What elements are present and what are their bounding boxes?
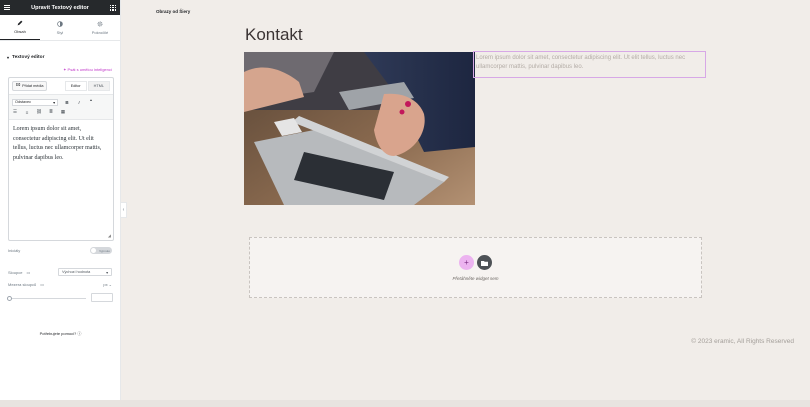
format-select[interactable]: Odstavec ▾ [12,98,58,106]
slider-handle[interactable] [7,296,12,301]
dropcap-label: Iniciály [8,248,21,253]
format-select-value: Odstavec [15,100,32,104]
text-editor-widget[interactable]: Lorem ipsum dolor sit amet, consectetur … [473,51,706,78]
editor-content[interactable]: Lorem ipsum dolor sit amet, consectetur … [9,120,113,168]
blockquote-icon[interactable]: ❝ [88,99,94,105]
pencil-icon [17,20,23,26]
link-icon[interactable]: ⛓ [36,109,42,115]
panel-title: Upravit Textový editor [31,4,89,11]
desktop-icon[interactable]: ▭ [26,270,30,275]
chevron-left-icon: ‹ [122,207,125,213]
ai-write-link[interactable]: ✦ Psát s umělou inteligencí [0,60,120,72]
chevron-down-icon: ▾ [106,270,108,275]
add-media-button[interactable]: 🖾 Přidat média [12,81,48,91]
text-editor: 🖾 Přidat média Editor HTML Odstavec ▾ B … [8,77,114,241]
tab-style[interactable]: Styl [40,15,80,40]
tab-advanced[interactable]: Pokročilé [80,15,120,40]
columns-select-value: Výchozí hodnota [62,270,91,274]
desktop-icon[interactable]: ▭ [40,282,44,287]
media-icon: 🖾 [16,83,21,87]
editor-html-tab[interactable]: HTML [87,81,110,91]
template-library-button[interactable] [477,255,492,270]
editor-toolbar: Odstavec ▾ B I ❝ ☰ ≡ ⛓ ≣ ▦ [9,94,113,120]
unit-label: px [103,282,108,287]
folder-icon [481,260,488,266]
columns-control: Sloupce ▭ Výchozí hodnota ▾ [8,268,112,276]
align-icon[interactable]: ≣ [48,109,54,115]
widgets-grid-icon[interactable] [109,4,116,11]
section-title: Textový editor [12,55,45,60]
dropcap-toggle-label: Vypnuto [99,248,110,253]
page-heading[interactable]: Kontakt [245,25,303,45]
tab-content[interactable]: Obsah [0,15,40,40]
question-circle-icon: ⓘ [77,331,82,336]
plus-icon: + [464,258,469,267]
italic-icon[interactable]: I [76,100,82,105]
chevron-down-icon: ⌄ [108,282,112,287]
gear-icon [97,21,103,26]
resize-handle-icon[interactable]: ◢ [108,233,111,238]
column-gap-slider[interactable] [7,296,86,301]
tab-advanced-label: Pokročilé [91,29,109,35]
collapse-panel-button[interactable]: ‹ [121,202,127,218]
add-section-dropzone[interactable]: + Přetáhněte widget sem [249,237,702,298]
laptop-phone-image[interactable] [244,52,475,205]
chevron-down-icon: ▾ [53,100,55,105]
columns-label: Sloupce [8,269,23,275]
help-link[interactable]: Potřebujete pomoci? ⓘ [0,331,121,337]
bullet-list-icon[interactable]: ☰ [12,109,18,115]
add-media-label: Přidat média [22,84,44,88]
footer-copyright: © 2023 eramic, All Rights Reserved [691,338,794,345]
column-gap-label: Mezera sloupců [8,282,37,287]
column-gap-control: Mezera sloupců ▭ px ⌄ [8,282,112,287]
unit-select[interactable]: px ⌄ [103,282,112,287]
panel-header: Upravit Textový editor [0,0,120,15]
contrast-icon [57,20,63,27]
panel-tabs: Obsah Styl Pokročilé [0,15,120,41]
bold-icon[interactable]: B [64,100,70,105]
tab-style-label: Styl [56,29,64,35]
menu-icon[interactable] [4,5,10,10]
tab-content-label: Obsah [14,29,26,34]
caret-down-icon: ▾ [7,55,10,60]
dropcap-control: Iniciály Vypnuto [8,247,112,254]
toolbar-toggle-icon[interactable]: ▦ [60,109,66,115]
columns-select[interactable]: Výchozí hodnota ▾ [58,268,112,276]
bottom-strip [0,400,810,407]
add-section-button[interactable]: + [459,255,474,270]
column-gap-input[interactable] [91,293,113,302]
photo-illustration [244,52,475,205]
dropzone-text: Přetáhněte widget sem [452,276,499,281]
editor-visual-tab[interactable]: Editor [64,81,87,91]
dropcap-toggle[interactable]: Vypnuto [90,247,112,254]
slider-track [8,298,86,299]
numbered-list-icon[interactable]: ≡ [24,110,30,115]
site-title[interactable]: Obrazy od Šiery [156,9,190,14]
help-text: Potřebujete pomoci? [39,331,77,336]
section-toggle-text-editor[interactable]: ▾ Textový editor [0,41,120,60]
elementor-panel: Upravit Textový editor Obsah Styl Pokroč… [0,0,121,400]
